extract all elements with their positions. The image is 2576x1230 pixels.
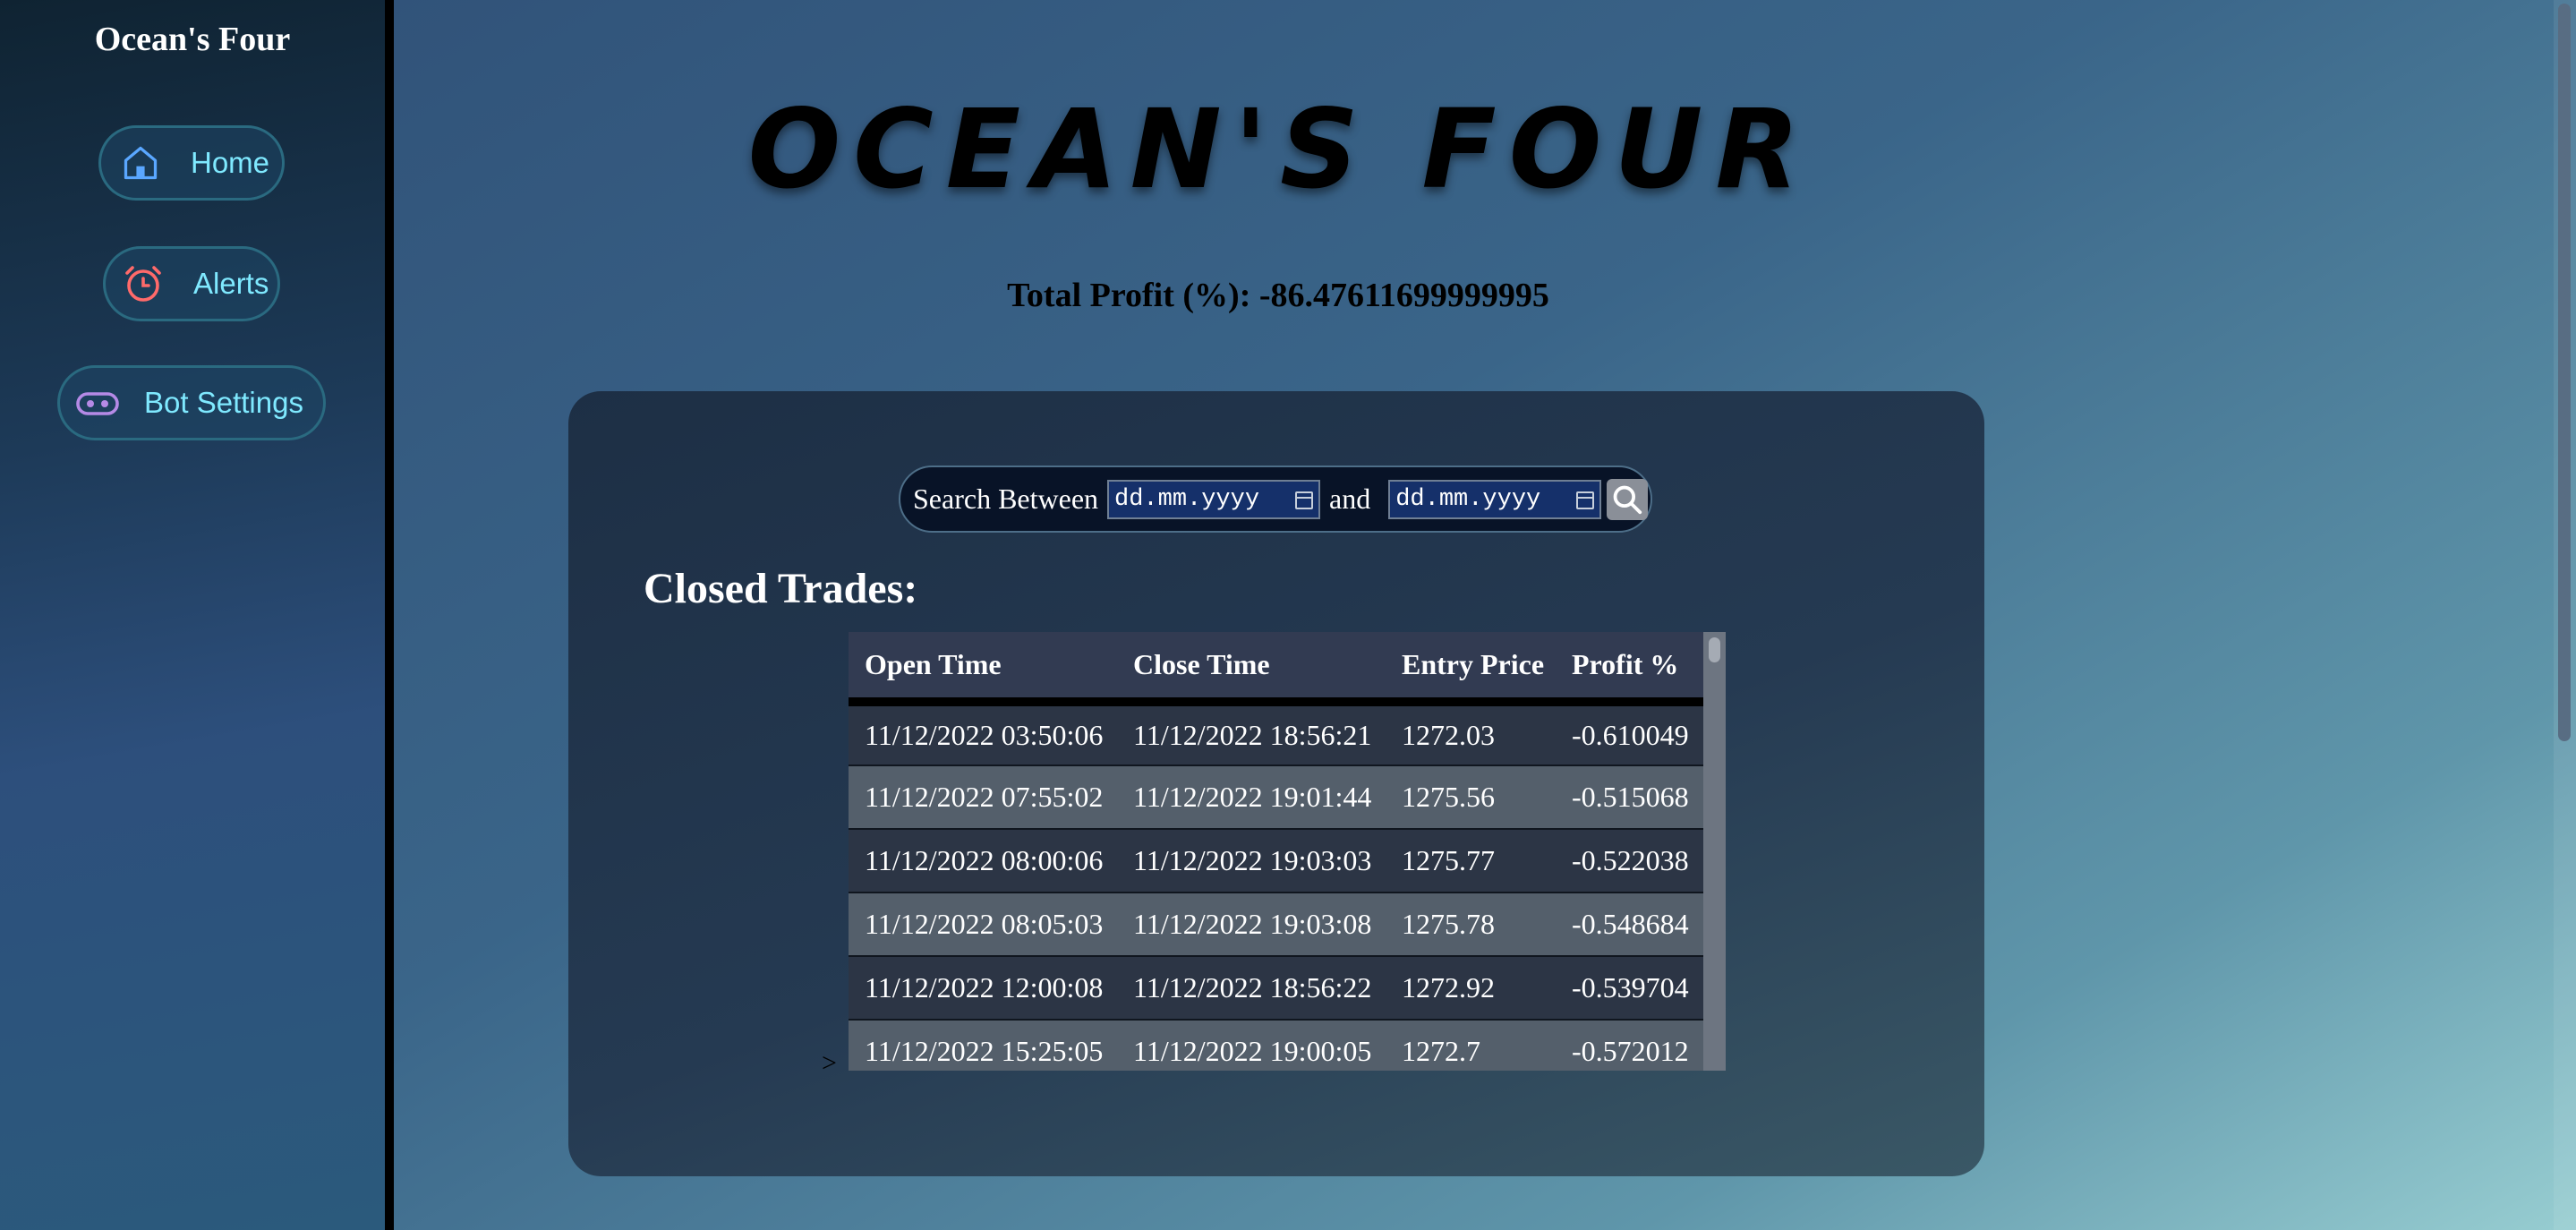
entry-price-cell: 1272.92 — [1386, 956, 1556, 1021]
robot-icon — [74, 380, 121, 426]
calendar-icon[interactable] — [1295, 491, 1314, 509]
profit-cell: -0.610049 — [1556, 702, 1703, 766]
search-button[interactable] — [1607, 478, 1649, 520]
alarm-clock-icon — [120, 261, 166, 307]
table-row: 11/12/2022 07:55:02 11/12/2022 19:01:44 … — [849, 765, 1703, 830]
profit-cell: -0.572012 — [1556, 1020, 1703, 1071]
closed-trades-table-container[interactable]: Open Time Close Time Entry Price Profit … — [849, 632, 1726, 1071]
search-between-label: Search Between — [913, 483, 1099, 515]
start-date-input[interactable]: dd.mm.yyyy — [1107, 479, 1321, 519]
calendar-icon[interactable] — [1576, 491, 1595, 509]
table-row: 11/12/2022 15:25:05 11/12/2022 19:00:05 … — [849, 1020, 1703, 1071]
table-row: 11/12/2022 12:00:08 11/12/2022 18:56:22 … — [849, 956, 1703, 1021]
entry-price-cell: 1272.03 — [1386, 702, 1556, 766]
close-time-cell: 11/12/2022 18:56:22 — [1117, 956, 1386, 1021]
sidebar-divider — [385, 0, 394, 1230]
nav-bot-settings-label: Bot Settings — [144, 386, 303, 419]
brand-title: OCEAN'S FOUR — [747, 86, 1813, 213]
profit-cell: -0.522038 — [1556, 829, 1703, 893]
close-time-cell: 11/12/2022 19:03:08 — [1117, 893, 1386, 957]
entry-price-cell: 1275.56 — [1386, 765, 1556, 830]
close-time-cell: 11/12/2022 19:03:03 — [1117, 829, 1386, 893]
nav-bot-settings-button[interactable]: Bot Settings — [57, 365, 326, 440]
and-label: and — [1329, 483, 1371, 515]
page-scrollbar[interactable] — [2554, 0, 2576, 1230]
nav-home-button[interactable]: Home — [98, 125, 285, 201]
profit-cell: -0.515068 — [1556, 765, 1703, 830]
table-header-row: Open Time Close Time Entry Price Profit … — [849, 632, 1703, 706]
column-header-entry-price: Entry Price — [1386, 632, 1556, 706]
table-row: 11/12/2022 08:05:03 11/12/2022 19:03:08 … — [849, 893, 1703, 957]
home-icon — [117, 140, 164, 186]
entry-price-cell: 1275.77 — [1386, 829, 1556, 893]
close-time-cell: 11/12/2022 18:56:21 — [1117, 702, 1386, 766]
open-time-cell: 11/12/2022 07:55:02 — [849, 765, 1117, 830]
nav-alerts-button[interactable]: Alerts — [103, 246, 280, 321]
end-date-input[interactable]: dd.mm.yyyy — [1388, 479, 1602, 519]
column-header-open-time: Open Time — [849, 632, 1117, 706]
closed-trades-title: Closed Trades: — [644, 565, 918, 612]
close-time-cell: 11/12/2022 19:00:05 — [1117, 1020, 1386, 1071]
start-date-placeholder: dd.mm.yyyy — [1114, 485, 1260, 513]
table-scrollbar[interactable] — [1703, 632, 1726, 1071]
profit-cell: -0.548684 — [1556, 893, 1703, 957]
open-time-cell: 11/12/2022 08:00:06 — [849, 829, 1117, 893]
close-time-cell: 11/12/2022 19:01:44 — [1117, 765, 1386, 830]
table-row: 11/12/2022 08:00:06 11/12/2022 19:03:03 … — [849, 829, 1703, 893]
open-time-cell: 11/12/2022 15:25:05 — [849, 1020, 1117, 1071]
open-time-cell: 11/12/2022 03:50:06 — [849, 702, 1117, 766]
column-header-profit: Profit % — [1556, 632, 1703, 706]
stray-marker: > — [822, 1048, 837, 1078]
table-scroll-thumb[interactable] — [1709, 637, 1720, 662]
column-header-close-time: Close Time — [1117, 632, 1386, 706]
end-date-placeholder: dd.mm.yyyy — [1395, 485, 1541, 513]
page-scroll-thumb[interactable] — [2558, 4, 2571, 741]
date-search-bar: Search Between dd.mm.yyyy and dd.mm.yyyy — [899, 466, 1652, 533]
table-row: 11/12/2022 03:50:06 11/12/2022 18:56:21 … — [849, 702, 1703, 766]
entry-price-cell: 1275.78 — [1386, 893, 1556, 957]
open-time-cell: 11/12/2022 12:00:08 — [849, 956, 1117, 1021]
magnifier-icon — [1613, 485, 1642, 514]
nav-home-label: Home — [191, 146, 270, 179]
nav-alerts-label: Alerts — [193, 267, 269, 300]
closed-trades-table: Open Time Close Time Entry Price Profit … — [849, 632, 1703, 1071]
open-time-cell: 11/12/2022 08:05:03 — [849, 893, 1117, 957]
total-profit: Total Profit (%): -86.47611699999995 — [1007, 277, 1549, 314]
entry-price-cell: 1272.7 — [1386, 1020, 1556, 1071]
sidebar-title: Ocean's Four — [94, 21, 291, 58]
profit-cell: -0.539704 — [1556, 956, 1703, 1021]
